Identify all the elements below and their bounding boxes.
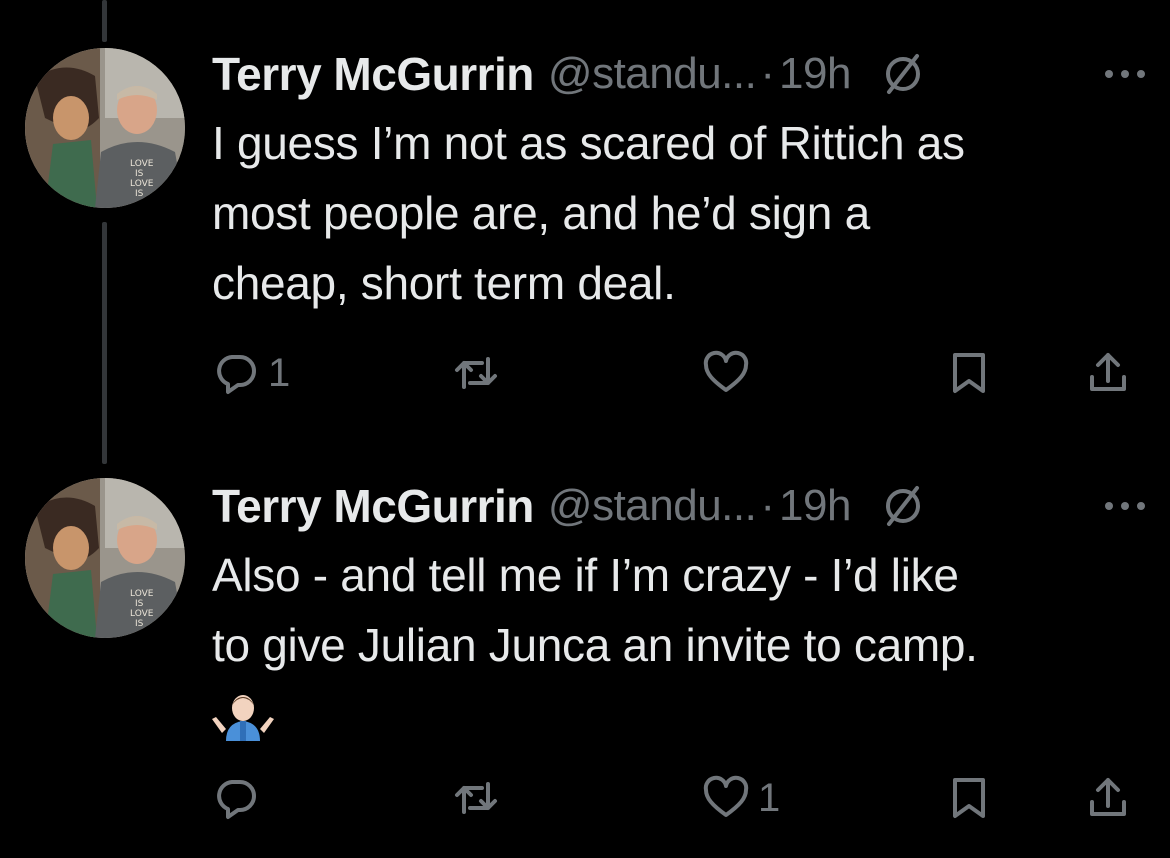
avatar-image: LOVE IS LOVE IS	[25, 478, 185, 638]
separator: ·	[760, 49, 776, 98]
like-button[interactable]: 1	[702, 770, 780, 826]
tweet-header: Terry McGurrin @standu... · 19h	[212, 476, 1152, 536]
shirt-text: LOVE	[130, 609, 154, 619]
repost-icon	[455, 782, 497, 814]
reply-button[interactable]: 1	[212, 345, 290, 401]
repost-button[interactable]	[452, 770, 500, 826]
like-count: 1	[758, 775, 781, 820]
bookmark-icon	[953, 778, 985, 818]
heart-icon	[703, 775, 749, 817]
more-horizontal-icon[interactable]	[1100, 64, 1150, 84]
circle-slash-icon	[879, 482, 927, 530]
bookmark-button[interactable]	[945, 345, 993, 401]
tweet-actions: 1	[212, 770, 1142, 826]
shirt-text: LOVE	[130, 589, 154, 599]
shirt-text: LOVE	[130, 159, 154, 169]
shirt-text: IS	[135, 169, 144, 179]
heart-icon	[703, 350, 749, 392]
shirt-text: IS	[135, 189, 144, 199]
more-horizontal-icon[interactable]	[1100, 496, 1150, 516]
like-button[interactable]	[702, 345, 758, 401]
tweet[interactable]: LOVE IS LOVE IS Terry McGurrin @standu..…	[0, 440, 1170, 858]
bookmark-icon	[953, 353, 985, 393]
avatar[interactable]: LOVE IS LOVE IS	[25, 48, 185, 208]
tweet-text-line: most people are, and he’d sign a	[212, 187, 870, 239]
tweet-text-line: I guess I’m not as scared of Rittich as	[212, 117, 965, 169]
separator: ·	[760, 481, 776, 530]
author-handle[interactable]: @standu...	[548, 49, 757, 99]
timestamp[interactable]: 19h	[779, 481, 851, 531]
share-button[interactable]	[1084, 345, 1132, 401]
reply-icon	[217, 355, 256, 394]
share-button[interactable]	[1084, 770, 1132, 826]
tweet-thread: LOVE IS LOVE IS Terry McGurrin @standu..…	[0, 0, 1170, 858]
shirt-text: IS	[135, 599, 144, 609]
bookmark-button[interactable]	[945, 770, 993, 826]
shirt-text: IS	[135, 619, 144, 629]
author-name[interactable]: Terry McGurrin	[212, 47, 534, 101]
tweet-text: Also - and tell me if I’m crazy - I’d li…	[212, 540, 1142, 741]
reply-icon	[217, 780, 256, 819]
timestamp[interactable]: 19h	[779, 49, 851, 99]
tweet-text-line: cheap, short term deal.	[212, 257, 676, 309]
reply-count: 1	[268, 350, 291, 395]
share-icon	[1090, 778, 1126, 816]
repost-icon	[455, 357, 497, 389]
author-name[interactable]: Terry McGurrin	[212, 479, 534, 533]
tweet[interactable]: LOVE IS LOVE IS Terry McGurrin @standu..…	[0, 0, 1170, 440]
author-handle[interactable]: @standu...	[548, 481, 757, 531]
tweet-text: I guess I’m not as scared of Rittich as …	[212, 108, 1142, 318]
tweet-text-line: Also - and tell me if I’m crazy - I’d li…	[212, 549, 959, 601]
circle-slash-icon	[879, 50, 927, 98]
repost-button[interactable]	[452, 345, 500, 401]
tweet-actions: 1	[212, 345, 1142, 401]
shrug-emoji	[212, 690, 274, 741]
share-icon	[1090, 353, 1126, 391]
shirt-text: LOVE	[130, 179, 154, 189]
tweet-header: Terry McGurrin @standu... · 19h	[212, 44, 1152, 104]
avatar-image: LOVE IS LOVE IS	[25, 48, 185, 208]
avatar[interactable]: LOVE IS LOVE IS	[25, 478, 185, 638]
tweet-text-line: to give Julian Junca an invite to camp.	[212, 619, 978, 671]
reply-button[interactable]	[212, 770, 268, 826]
